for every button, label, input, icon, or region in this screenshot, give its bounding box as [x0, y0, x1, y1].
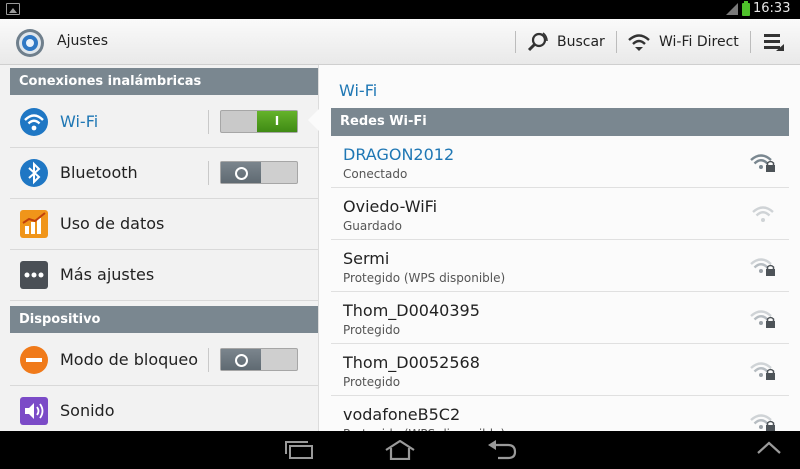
sidebar-item-blocking-mode[interactable]: Modo de bloqueo — [10, 335, 318, 386]
network-name: Oviedo-WiFi — [343, 197, 438, 216]
selection-pointer — [308, 108, 320, 132]
home-icon[interactable] — [384, 440, 416, 460]
section-device: Dispositivo — [10, 306, 318, 333]
network-name: Sermi — [343, 249, 390, 268]
blocking-mode-toggle[interactable] — [220, 348, 298, 371]
data-usage-icon — [20, 210, 48, 238]
wifi-signal-locked-icon — [750, 154, 775, 172]
toggle-knob — [221, 349, 261, 370]
settings-list: Conexiones inalámbricas Wi-Fi I Bluetoot… — [0, 65, 318, 437]
sidebar-item-label: Más ajustes — [60, 265, 155, 284]
divider — [208, 161, 209, 185]
signal-icon — [726, 3, 738, 15]
status-time: 16:33 — [753, 1, 791, 16]
network-item[interactable]: Sermi Protegido (WPS disponible) — [331, 240, 789, 292]
divider — [616, 31, 617, 53]
bluetooth-icon — [20, 159, 48, 187]
search-button[interactable]: Buscar — [527, 28, 605, 56]
network-item[interactable]: Oviedo-WiFi Guardado — [331, 188, 789, 240]
battery-icon — [742, 1, 750, 16]
more-icon — [20, 261, 48, 289]
network-name: Thom_D0052568 — [343, 353, 480, 372]
sidebar-item-label: Bluetooth — [60, 163, 138, 182]
chevron-up-icon[interactable] — [756, 440, 782, 456]
divider — [750, 31, 751, 53]
toggle-knob: I — [257, 111, 297, 132]
network-status: Protegido (WPS disponible) — [343, 271, 506, 285]
divider — [515, 31, 516, 53]
settings-gear-icon[interactable] — [14, 27, 46, 59]
wifi-detail-panel: Wi-Fi Redes Wi-Fi DRAGON2012 Conectado O… — [318, 65, 800, 448]
search-label: Buscar — [557, 34, 605, 50]
recent-apps-icon[interactable] — [284, 440, 316, 460]
sidebar-item-label: Modo de bloqueo — [60, 350, 199, 369]
sidebar-item-more-settings[interactable]: Más ajustes — [10, 250, 318, 301]
bluetooth-toggle[interactable] — [220, 161, 298, 184]
wifi-icon — [20, 108, 48, 136]
wifi-direct-label: Wi-Fi Direct — [659, 34, 739, 50]
sidebar-item-wifi[interactable]: Wi-Fi I — [10, 97, 318, 148]
network-status: Conectado — [343, 167, 408, 181]
wifi-signal-locked-icon — [750, 258, 775, 276]
wifi-toggle[interactable]: I — [220, 110, 298, 133]
navigation-bar — [0, 431, 800, 469]
network-status: Guardado — [343, 219, 402, 233]
overflow-menu-icon[interactable] — [762, 31, 784, 53]
network-item[interactable]: DRAGON2012 Conectado — [331, 136, 789, 188]
wifi-direct-button[interactable]: Wi-Fi Direct — [627, 28, 739, 56]
network-item[interactable]: Thom_D0040395 Protegido — [331, 292, 789, 344]
sidebar-item-label: Wi-Fi — [60, 112, 99, 131]
sidebar-item-data-usage[interactable]: Uso de datos — [10, 199, 318, 250]
network-name: vodafoneB5C2 — [343, 405, 461, 424]
wifi-signal-locked-icon — [750, 362, 775, 380]
divider — [208, 348, 209, 372]
sidebar-item-label: Sonido — [60, 401, 115, 420]
app-title: Ajustes — [57, 33, 109, 49]
sidebar-item-bluetooth[interactable]: Bluetooth — [10, 148, 318, 199]
image-notification-icon — [6, 3, 20, 15]
networks-section-header: Redes Wi-Fi — [331, 108, 789, 136]
sound-icon — [20, 397, 48, 425]
divider — [208, 110, 209, 134]
section-wireless: Conexiones inalámbricas — [10, 68, 318, 95]
network-status: Protegido — [343, 375, 401, 389]
status-bar: 16:33 — [0, 0, 800, 19]
search-icon — [527, 32, 548, 52]
wifi-signal-icon — [752, 206, 774, 222]
wifi-signal-locked-icon — [750, 310, 775, 328]
panel-title: Wi-Fi — [339, 81, 378, 100]
action-bar: Ajustes Buscar Wi-Fi Direct — [0, 19, 800, 65]
toggle-knob — [221, 162, 261, 183]
wifi-direct-icon — [628, 34, 650, 51]
network-name: Thom_D0040395 — [343, 301, 480, 320]
network-name: DRAGON2012 — [343, 145, 455, 164]
back-icon[interactable] — [486, 440, 518, 460]
blocking-mode-icon — [20, 346, 48, 374]
sidebar-item-label: Uso de datos — [60, 214, 165, 233]
network-status: Protegido — [343, 323, 401, 337]
network-item[interactable]: Thom_D0052568 Protegido — [331, 344, 789, 396]
sidebar-item-sound[interactable]: Sonido — [10, 386, 318, 437]
